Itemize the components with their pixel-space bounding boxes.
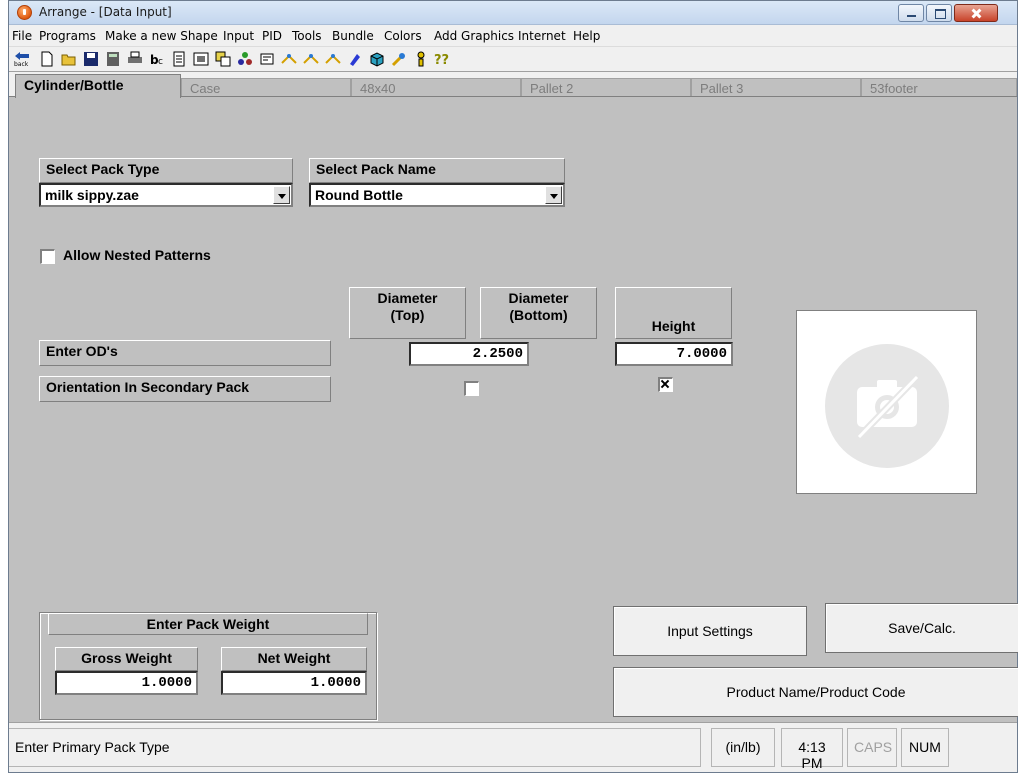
product-name-button[interactable]: Product Name/Product Code <box>613 667 1018 717</box>
save-icon[interactable] <box>83 51 99 67</box>
copy-icon[interactable] <box>215 51 231 67</box>
pack-type-value: milk sippy.zae <box>45 187 139 203</box>
diameter-top-header-line2: (Top) <box>390 307 425 323</box>
diameter-bottom-header-line1: Diameter <box>508 290 569 306</box>
menu-programs[interactable]: Programs <box>39 29 96 43</box>
tool-icon[interactable] <box>391 51 407 67</box>
settings-icon[interactable] <box>259 51 275 67</box>
status-caps: CAPS <box>847 728 897 767</box>
menu-file[interactable]: File <box>12 29 32 43</box>
menu-make-shape[interactable]: Make a new Shape <box>105 29 218 43</box>
status-time: 4:13 PM <box>781 728 843 771</box>
diameter-input[interactable]: 2.2500 <box>409 342 529 366</box>
pack-name-select[interactable]: Round Bottle <box>309 183 565 207</box>
pack-name-value: Round Bottle <box>315 187 403 203</box>
status-bar: Enter Primary Pack Type (in/lb) 4:13 PM … <box>9 722 1017 772</box>
title-bar[interactable]: Arrange - [Data Input] <box>9 1 1017 25</box>
status-message: Enter Primary Pack Type <box>9 728 701 767</box>
pack-type-label: Select Pack Type <box>39 158 293 183</box>
application-window: Arrange - [Data Input] File Programs Mak… <box>8 0 1018 773</box>
height-header: Height <box>615 287 732 339</box>
paint-icon[interactable] <box>347 51 363 67</box>
maximize-button[interactable] <box>926 4 952 22</box>
menu-add-graphics[interactable]: Add Graphics <box>434 29 514 43</box>
text-style-icon[interactable]: bc <box>149 51 165 67</box>
diameter-bottom-header: Diameter (Bottom) <box>480 287 597 339</box>
menu-input[interactable]: Input <box>223 29 254 43</box>
chevron-down-icon[interactable] <box>545 186 562 204</box>
input-settings-button[interactable]: Input Settings <box>613 606 807 656</box>
gross-weight-label: Gross Weight <box>55 647 198 671</box>
svg-text:c: c <box>158 57 163 67</box>
svg-text:??: ?? <box>434 53 449 67</box>
chevron-down-icon[interactable] <box>273 186 290 204</box>
enter-od-label: Enter OD's <box>39 340 331 366</box>
menu-tools[interactable]: Tools <box>292 29 322 43</box>
tab-pallet-3[interactable]: Pallet 3 <box>691 78 861 98</box>
save-calc-button[interactable]: Save/Calc. <box>825 603 1018 653</box>
minimize-button[interactable] <box>898 4 924 22</box>
help-icon[interactable]: ?? <box>433 51 455 67</box>
tab-strip: Cylinder/Bottle Case 48x40 Pallet 2 Pall… <box>9 72 1017 98</box>
gross-weight-input[interactable]: 1.0000 <box>55 671 198 695</box>
net-weight-label: Net Weight <box>221 647 367 671</box>
orientation-label: Orientation In Secondary Pack <box>39 376 331 402</box>
orientation-height-checkbox[interactable] <box>658 377 673 392</box>
menu-help[interactable]: Help <box>573 29 600 43</box>
menu-bar: File Programs Make a new Shape Input PID… <box>9 25 1017 47</box>
no-image-icon <box>825 344 949 468</box>
toolbar: back bc ?? <box>9 47 1017 72</box>
menu-pid[interactable]: PID <box>262 29 282 43</box>
pack-weight-label: Enter Pack Weight <box>48 613 368 635</box>
tab-pallet-2[interactable]: Pallet 2 <box>521 78 691 98</box>
box-icon[interactable] <box>369 51 385 67</box>
diameter-top-header-line1: Diameter <box>377 290 438 306</box>
diameter-top-header: Diameter (Top) <box>349 287 466 339</box>
orientation-diameter-checkbox[interactable] <box>464 381 479 396</box>
pack-weight-group: Enter Pack Weight Gross Weight 1.0000 Ne… <box>39 612 377 720</box>
document-icon[interactable] <box>171 51 187 67</box>
tab-53footer[interactable]: 53footer <box>861 78 1017 98</box>
status-num: NUM <box>901 728 949 767</box>
figure-icon[interactable] <box>413 51 429 67</box>
pack-type-select[interactable]: milk sippy.zae <box>39 183 293 207</box>
height-input[interactable]: 7.0000 <box>615 342 733 366</box>
pattern-icon[interactable] <box>303 51 319 67</box>
pattern-icon[interactable] <box>325 51 341 67</box>
tree-icon[interactable] <box>237 51 253 67</box>
svg-text:back: back <box>14 61 29 67</box>
app-icon <box>17 5 32 20</box>
product-image-placeholder[interactable] <box>796 310 977 494</box>
calculator-icon[interactable] <box>105 51 121 67</box>
close-button[interactable] <box>954 4 998 22</box>
allow-nested-label: Allow Nested Patterns <box>63 247 211 263</box>
tab-48x40[interactable]: 48x40 <box>351 78 521 98</box>
net-weight-input[interactable]: 1.0000 <box>221 671 367 695</box>
pack-name-label: Select Pack Name <box>309 158 565 183</box>
preview-icon[interactable] <box>193 51 209 67</box>
menu-colors[interactable]: Colors <box>384 29 422 43</box>
data-input-panel: Select Pack Type milk sippy.zae Select P… <box>9 96 1018 721</box>
menu-internet[interactable]: Internet <box>518 29 566 43</box>
tab-cylinder-bottle[interactable]: Cylinder/Bottle <box>15 74 181 98</box>
print-icon[interactable] <box>127 51 143 67</box>
diameter-bottom-header-line2: (Bottom) <box>509 307 568 323</box>
open-folder-icon[interactable] <box>61 51 77 67</box>
tab-case[interactable]: Case <box>181 78 351 98</box>
window-title: Arrange - [Data Input] <box>39 5 172 19</box>
status-units: (in/lb) <box>711 728 775 767</box>
menu-bundle[interactable]: Bundle <box>332 29 374 43</box>
pattern-icon[interactable] <box>281 51 297 67</box>
new-file-icon[interactable] <box>39 51 55 67</box>
allow-nested-checkbox[interactable] <box>40 249 55 264</box>
back-icon[interactable]: back <box>13 51 35 67</box>
